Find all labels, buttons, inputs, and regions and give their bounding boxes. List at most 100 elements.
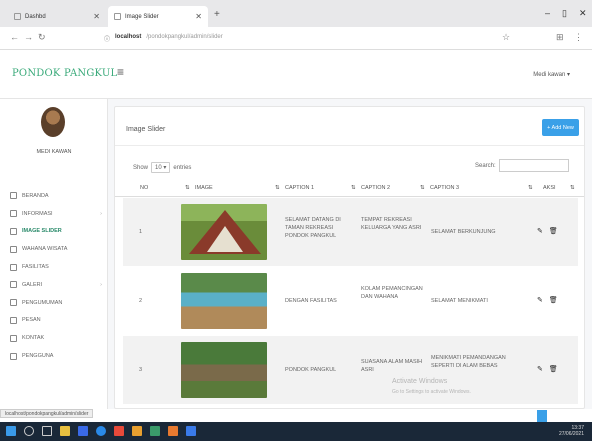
table-header: NO ⇅ IMAGE ⇅ CAPTION 1 ⇅ CAPTION 2 ⇅ CAP… xyxy=(115,179,584,197)
edit-pencil-icon[interactable]: ✎ xyxy=(537,365,543,373)
reload-icon[interactable]: ↻ xyxy=(38,32,46,43)
app-icon[interactable] xyxy=(168,426,178,436)
sort-icon[interactable]: ⇅ xyxy=(570,185,575,191)
tab-image-slider[interactable]: Image Slider ✕ xyxy=(108,6,208,27)
sidebar-menu: BERANDA INFORMASI › IMAGE SLIDER WAHANA W… xyxy=(10,187,102,365)
bookmark-star-icon[interactable]: ☆ xyxy=(502,32,510,43)
url-path: /pondokpangkul/admin/slider xyxy=(146,34,223,40)
row-number: 3 xyxy=(139,367,143,373)
sort-icon[interactable]: ⇅ xyxy=(351,185,356,191)
show-label: Show xyxy=(133,164,149,171)
sidebar-item-pengguna[interactable]: PENGGUNA xyxy=(10,347,102,365)
minimize-icon[interactable]: – xyxy=(545,8,550,18)
sort-icon[interactable]: ⇅ xyxy=(275,185,280,191)
activate-windows-watermark: Activate Windows Go to Settings to activ… xyxy=(392,377,471,397)
col-caption-3[interactable]: CAPTION 3 xyxy=(430,185,459,191)
forward-icon[interactable]: → xyxy=(24,32,33,42)
clock-date: 27/06/2021 xyxy=(558,431,584,437)
star-icon xyxy=(10,245,17,253)
url-field[interactable]: ⓘ localhost /pondokpangkul/admin/slider xyxy=(104,34,223,43)
url-site: localhost xyxy=(115,34,142,40)
col-no[interactable]: NO xyxy=(140,185,148,191)
slider-image xyxy=(181,273,267,329)
app-icon[interactable] xyxy=(132,426,142,436)
row-actions: ✎ 🗑 xyxy=(537,365,558,373)
col-caption-1[interactable]: CAPTION 1 xyxy=(285,185,314,191)
sidebar-item-galeri[interactable]: GALERI › xyxy=(10,276,102,294)
add-new-button[interactable]: + Add New xyxy=(542,119,579,136)
sidebar-item-kontak[interactable]: KONTAK xyxy=(10,329,102,347)
store-icon[interactable] xyxy=(78,426,88,436)
divider xyxy=(115,145,584,146)
address-bar: ← → ↻ ⓘ localhost /pondokpangkul/admin/s… xyxy=(0,27,592,50)
file-explorer-icon[interactable] xyxy=(60,426,70,436)
trash-icon[interactable]: 🗑 xyxy=(549,227,558,235)
col-image[interactable]: IMAGE xyxy=(195,185,213,191)
app-icon[interactable] xyxy=(150,426,160,436)
slider-image xyxy=(181,204,267,260)
slider-card: Image Slider + Add New Show 10 ▾ entries… xyxy=(114,106,585,409)
collections-icon[interactable]: ⊞ xyxy=(556,32,564,43)
sidebar-item-beranda[interactable]: BERANDA xyxy=(10,187,102,205)
sidebar-item-label: PENGGUNA xyxy=(22,353,54,360)
browser-tab-bar: Dashbd ✕ Image Slider ✕ + – ▯ ✕ xyxy=(0,0,592,27)
col-caption-2[interactable]: CAPTION 2 xyxy=(361,185,390,191)
roof-interior-shape xyxy=(207,226,243,252)
slider-image xyxy=(181,342,267,398)
back-icon[interactable]: ← xyxy=(10,32,19,42)
windows-start-icon[interactable] xyxy=(6,426,16,436)
watermark-line-1: Activate Windows xyxy=(392,378,448,385)
tab-dashboard[interactable]: Dashbd ✕ xyxy=(8,6,106,27)
page-title: Image Slider xyxy=(126,126,166,133)
caption-3: MENIKMATI PEMANDANGAN SEPERTI DI ALAM BE… xyxy=(431,355,506,369)
page-icon xyxy=(14,13,21,20)
app-icon[interactable] xyxy=(114,426,124,436)
user-name: MEDI KAWAN xyxy=(36,149,72,155)
user-menu[interactable]: Medi kawan ▾ xyxy=(533,71,570,78)
table-row: 2 DENGAN FASILITAS KOLAM PEMANCINGAN DAN… xyxy=(123,267,578,335)
close-window-icon[interactable]: ✕ xyxy=(579,8,587,19)
maximize-icon[interactable]: ▯ xyxy=(562,8,567,19)
caption-3: SELAMAT MENIKMATI xyxy=(431,298,488,304)
task-view-icon[interactable] xyxy=(42,426,52,436)
table-row: 3 PONDOK PANGKUL SUASANA ALAM MASIH ASRI… xyxy=(123,336,578,404)
search-icon[interactable] xyxy=(24,426,34,436)
info-icon xyxy=(10,210,17,218)
trash-icon[interactable]: 🗑 xyxy=(549,296,558,304)
sidebar-item-fasilitas[interactable]: FASILITAS xyxy=(10,258,102,276)
entries-label: entries xyxy=(173,164,192,171)
sort-icon[interactable]: ⇅ xyxy=(528,185,533,191)
sidebar-item-wahana-wisata[interactable]: WAHANA WISATA xyxy=(10,240,102,258)
trash-icon[interactable]: 🗑 xyxy=(549,365,558,373)
sidebar-item-label: PESAN xyxy=(22,317,41,324)
menu-dots-icon[interactable]: ⋮ xyxy=(574,32,583,43)
image-icon xyxy=(10,227,17,235)
users-icon xyxy=(10,352,17,360)
entries-select[interactable]: 10 ▾ xyxy=(151,162,171,173)
row-actions: ✎ 🗑 xyxy=(537,227,558,235)
close-tab-icon[interactable]: ✕ xyxy=(93,12,100,21)
tab-label: Image Slider xyxy=(125,13,159,20)
edge-icon[interactable] xyxy=(96,426,106,436)
system-tray-clock[interactable]: 13:37 27/06/2021 xyxy=(559,425,584,437)
edit-pencil-icon[interactable]: ✎ xyxy=(537,296,543,304)
search-input[interactable] xyxy=(498,159,569,172)
home-icon xyxy=(10,192,17,200)
sort-icon[interactable]: ⇅ xyxy=(420,185,425,191)
sidebar-item-image-slider[interactable]: IMAGE SLIDER xyxy=(10,223,102,241)
sidebar-item-pengumuman[interactable]: PENGUMUMAN xyxy=(10,294,102,312)
edit-pencil-icon[interactable]: ✎ xyxy=(537,227,543,235)
app-icon[interactable] xyxy=(186,426,196,436)
sidebar-item-informasi[interactable]: INFORMASI › xyxy=(10,205,102,223)
app-header: PONDOK PANGKUL ≡ Medi kawan ▾ xyxy=(0,50,592,99)
sort-icon[interactable]: ⇅ xyxy=(185,185,190,191)
sidebar-item-pesan[interactable]: PESAN xyxy=(10,312,102,330)
new-tab-icon[interactable]: + xyxy=(214,9,220,20)
close-tab-icon[interactable]: ✕ xyxy=(195,12,202,21)
row-number: 2 xyxy=(139,298,143,304)
row-actions: ✎ 🗑 xyxy=(537,296,558,304)
hamburger-icon[interactable]: ≡ xyxy=(117,65,124,79)
chevron-right-icon: › xyxy=(100,281,102,288)
brand-logo[interactable]: PONDOK PANGKUL xyxy=(12,68,117,79)
caption-1: PONDOK PANGKUL xyxy=(285,367,337,373)
